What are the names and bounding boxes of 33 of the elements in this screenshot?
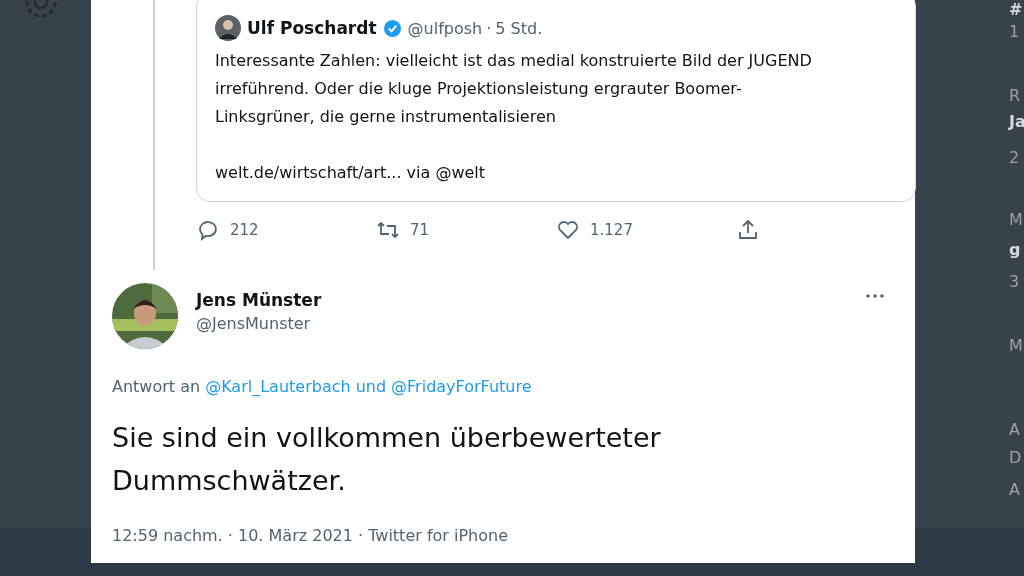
retweet-button[interactable]: 71 (376, 218, 556, 242)
more-icon[interactable] (865, 294, 885, 298)
quoted-text: Interessante Zahlen: vielleicht ist das medial konstruierte Bild der JUGEND irreführend. Oder die kluge Projektionsleistung ergrauter Boomer-Linksgrüner, die gerne instrumentalisieren (215, 50, 813, 128)
sidebar-text: M (1009, 210, 1023, 229)
sidebar-text: 2 (1009, 148, 1020, 167)
tweet-text: Sie sind ein vollkommen überbewerteter Dummschwätzer. (112, 421, 662, 498)
sidebar-text: 1 (1009, 22, 1020, 41)
reply-label: Antwort an (112, 377, 201, 396)
author-name: Ulf Poschardt (247, 18, 377, 38)
sidebar-text: R (1009, 86, 1021, 105)
reply-button[interactable]: 212 (196, 218, 376, 242)
reply-icon (196, 218, 220, 242)
avatar (215, 15, 241, 41)
handle: @ulfposh (407, 18, 483, 38)
like-button[interactable]: 1.127 (556, 218, 736, 242)
sidebar-text: A (1009, 420, 1020, 439)
sidebar-text: M (1009, 336, 1023, 355)
heart-icon (556, 218, 580, 242)
mention-link[interactable]: @FridayForFuture (391, 377, 532, 396)
sidebar-text: g (1009, 240, 1021, 259)
sidebar-text: Ja (1009, 112, 1024, 131)
handle: @JensMunster (196, 313, 312, 333)
share-icon (736, 218, 760, 242)
sidebar-text: 3 (1009, 272, 1020, 291)
separator: · (486, 18, 492, 38)
sidebar-text: D (1009, 448, 1022, 467)
author-name: Jens Münster (196, 289, 323, 310)
timestamp: 5 Std. (495, 18, 543, 38)
sidebar-text: A (1009, 480, 1020, 499)
sidebar-text: # (1009, 0, 1023, 19)
reply-joiner: und (355, 377, 387, 396)
tweet-timestamp: 12:59 nachm. · 10. März 2021 · Twitter for iPhone (112, 526, 509, 545)
link[interactable]: welt.de/wirtschaft/art... via @welt (215, 159, 815, 187)
